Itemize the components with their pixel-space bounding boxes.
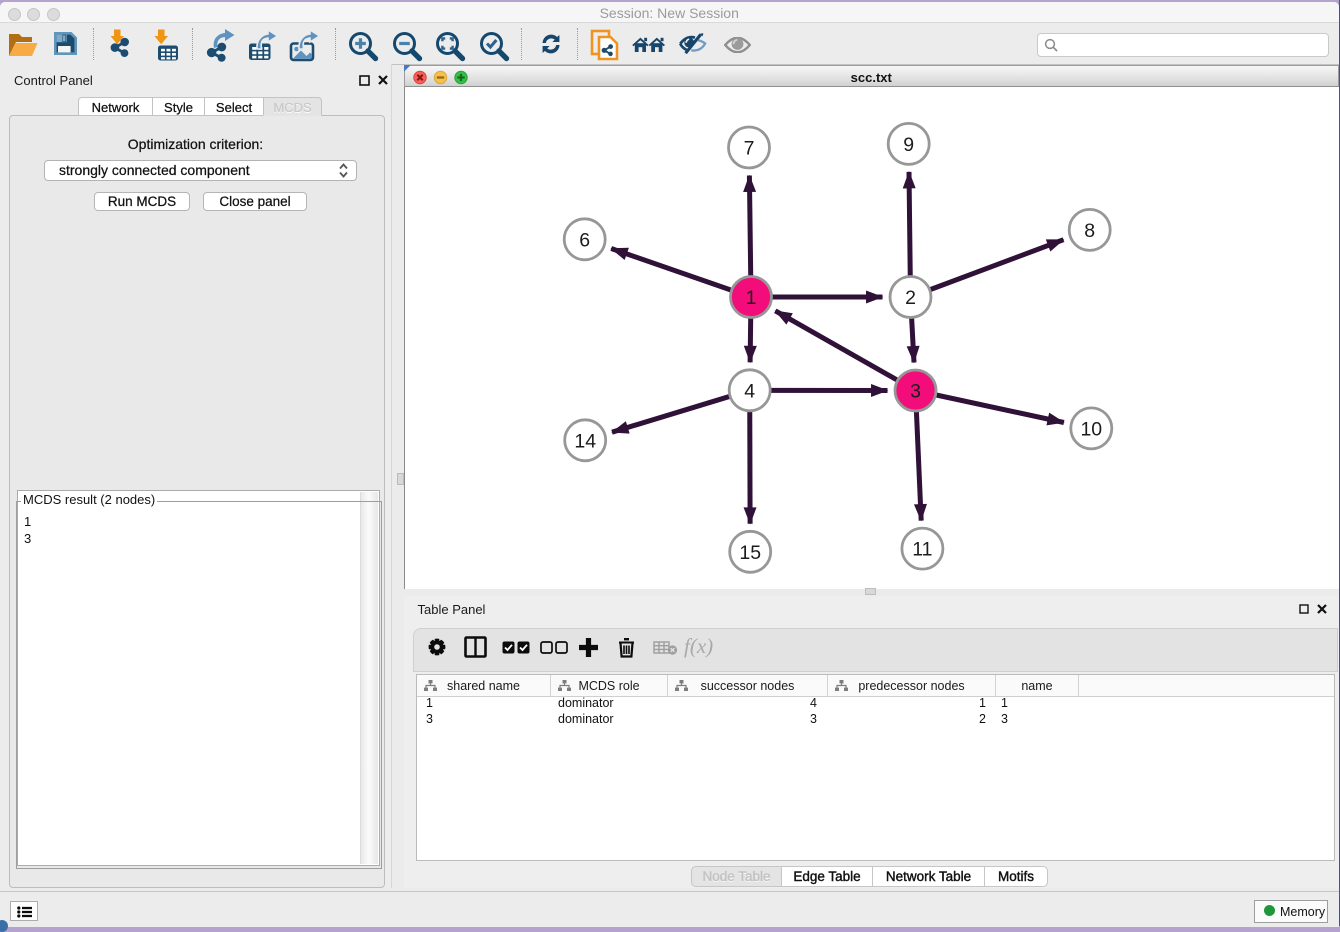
svg-text:14: 14: [574, 430, 596, 452]
svg-text:10: 10: [1080, 418, 1102, 440]
svg-text:6: 6: [579, 229, 590, 251]
svg-text:7: 7: [744, 138, 755, 160]
svg-text:4: 4: [744, 380, 755, 402]
svg-text:8: 8: [1084, 220, 1095, 242]
svg-text:2: 2: [905, 287, 916, 309]
svg-text:9: 9: [903, 134, 914, 156]
svg-text:1: 1: [746, 287, 757, 309]
svg-text:15: 15: [739, 542, 761, 564]
svg-text:3: 3: [910, 381, 921, 403]
svg-text:11: 11: [912, 539, 932, 561]
